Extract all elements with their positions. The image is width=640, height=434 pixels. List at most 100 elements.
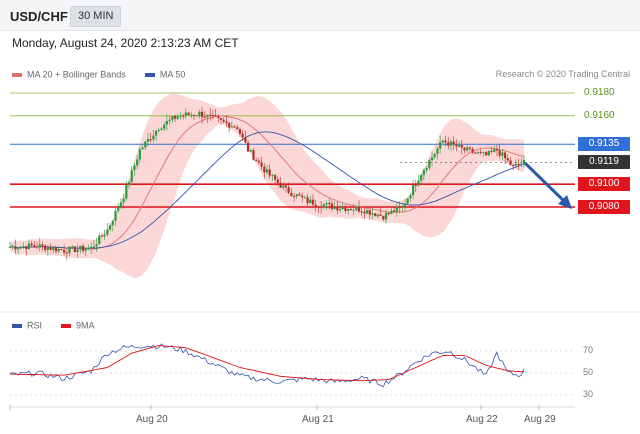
candle-body xyxy=(260,162,263,167)
candle-body xyxy=(430,157,434,161)
candle-body xyxy=(268,169,271,176)
candle-body xyxy=(38,244,41,248)
candle-body xyxy=(506,158,509,161)
candle-body xyxy=(439,142,442,149)
candle-body xyxy=(276,179,279,183)
candle-body xyxy=(160,128,163,131)
candle-body xyxy=(436,148,439,154)
candle-body xyxy=(382,215,385,220)
rsi-legend-label: RSI xyxy=(27,320,43,331)
candle-body xyxy=(141,147,144,150)
candle-body xyxy=(303,197,306,199)
candle-body xyxy=(512,164,515,166)
candle-body xyxy=(292,196,296,198)
candle-body xyxy=(490,150,493,152)
candle-body xyxy=(98,235,101,245)
candle-body xyxy=(387,213,390,215)
candle-body xyxy=(455,144,458,147)
candle-body xyxy=(344,207,347,211)
candle-body xyxy=(355,206,358,210)
candle-body xyxy=(428,160,431,169)
candle-body xyxy=(14,246,17,250)
candle-body xyxy=(514,164,517,166)
candle-body xyxy=(390,210,393,214)
candle-body xyxy=(482,152,485,154)
candle-body xyxy=(92,246,95,248)
candle-body xyxy=(368,210,371,215)
candle-body xyxy=(146,139,150,142)
candle-body xyxy=(449,141,453,146)
candle-body xyxy=(236,127,239,130)
candle-body xyxy=(246,142,250,152)
candle-body xyxy=(471,148,474,153)
candle-body xyxy=(284,185,288,188)
candle-body xyxy=(474,152,477,154)
candle-body xyxy=(466,147,469,151)
candle-body xyxy=(282,185,285,188)
x-label-aug29: Aug 29 xyxy=(524,414,556,425)
candle-body xyxy=(503,152,507,159)
candle-body xyxy=(103,234,106,237)
candle-body xyxy=(144,141,147,148)
candle-body xyxy=(119,202,123,209)
level-tag-last: 0.9119 xyxy=(578,155,630,169)
candle-body xyxy=(17,248,20,250)
candle-body xyxy=(457,144,461,147)
candle-body xyxy=(520,164,523,166)
candle-body xyxy=(238,129,242,134)
candle-body xyxy=(393,210,396,213)
candle-body xyxy=(165,121,169,125)
candle-body xyxy=(90,246,93,248)
candle-body xyxy=(298,194,301,196)
candle-body xyxy=(295,194,298,197)
rsi-tick-70: 70 xyxy=(583,345,594,355)
candle-body xyxy=(190,114,193,116)
candle-body xyxy=(476,152,480,154)
candle-body xyxy=(163,124,166,129)
candle-body xyxy=(25,246,28,250)
candle-body xyxy=(111,220,114,226)
candle-body xyxy=(409,195,412,199)
candle-body xyxy=(33,245,36,247)
candle-body xyxy=(311,199,315,205)
candle-body xyxy=(395,206,398,213)
candle-body xyxy=(195,115,198,117)
candle-body xyxy=(493,149,496,152)
candle-body xyxy=(106,229,109,235)
candle-body xyxy=(485,152,488,156)
candle-body xyxy=(30,243,33,246)
candle-body xyxy=(35,246,39,248)
candle-body xyxy=(71,246,74,248)
candle-body xyxy=(152,135,155,140)
price-chart xyxy=(0,92,640,410)
candle-body xyxy=(206,114,209,118)
candle-body xyxy=(133,165,136,171)
rsi-ma-legend-label: 9MA xyxy=(76,320,95,331)
candle-body xyxy=(341,207,344,209)
candle-body xyxy=(498,150,501,156)
candle-body xyxy=(57,248,60,252)
candle-body xyxy=(414,184,417,186)
candle-body xyxy=(411,184,415,196)
candle-body xyxy=(274,175,277,180)
candle-body xyxy=(347,209,350,211)
candle-body xyxy=(22,246,25,248)
candle-body xyxy=(63,249,66,253)
candle-body xyxy=(81,245,85,251)
candle-body xyxy=(425,168,428,171)
candle-body xyxy=(460,144,463,148)
candle-body xyxy=(479,152,482,154)
candle-body xyxy=(127,182,131,186)
candle-body xyxy=(149,139,152,141)
candle-body xyxy=(398,206,401,208)
candle-body xyxy=(79,245,82,250)
candle-body xyxy=(317,206,320,208)
candle-body xyxy=(65,252,68,254)
candle-body xyxy=(314,204,317,207)
candle-body xyxy=(365,210,369,214)
level-label-r2: 0.9180 xyxy=(584,87,615,98)
rsi-legend: RSI 9MA xyxy=(12,320,95,331)
candle-body xyxy=(138,149,141,160)
rsi-panel xyxy=(9,343,575,396)
candle-body xyxy=(27,243,31,250)
